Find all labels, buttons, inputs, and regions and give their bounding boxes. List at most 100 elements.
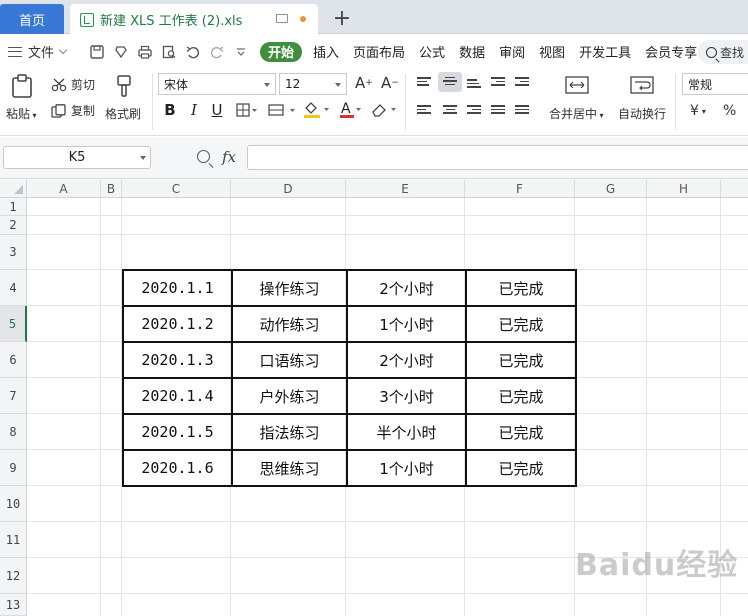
italic-button[interactable]: I: [185, 101, 203, 119]
table-cell-task[interactable]: 操作练习: [231, 269, 348, 307]
format-painter-label[interactable]: 格式刷: [105, 105, 141, 122]
row-header-9[interactable]: 9: [0, 450, 27, 486]
row-header-6[interactable]: 6: [0, 342, 27, 378]
table-cell-task[interactable]: 思维练习: [231, 449, 348, 487]
column-header-b[interactable]: B: [101, 180, 122, 198]
table-cell-date[interactable]: 2020.1.6: [122, 449, 233, 487]
wrap-text-icon[interactable]: [630, 76, 654, 94]
increase-indent-icon[interactable]: [515, 77, 529, 88]
table-cell-status[interactable]: 已完成: [465, 305, 577, 343]
column-header-d[interactable]: D: [231, 180, 346, 198]
table-cell-date[interactable]: 2020.1.4: [122, 377, 233, 415]
align-middle-button[interactable]: [438, 72, 462, 92]
row-header-11[interactable]: 11: [0, 522, 27, 558]
distributed-align-icon[interactable]: [515, 105, 529, 116]
bold-button[interactable]: B: [161, 101, 179, 119]
align-bottom-icon[interactable]: [467, 79, 481, 90]
menu-page-layout[interactable]: 页面布局: [346, 35, 412, 68]
file-menu[interactable]: 文件: [0, 42, 80, 61]
table-cell-date[interactable]: 2020.1.3: [122, 341, 233, 379]
align-left-icon[interactable]: [417, 105, 431, 116]
table-cell-status[interactable]: 已完成: [465, 269, 577, 307]
paste-label[interactable]: 粘贴 ▾: [6, 105, 37, 122]
column-header-f[interactable]: F: [465, 180, 575, 198]
customize-toolbar-icon[interactable]: [234, 45, 248, 59]
underline-button[interactable]: U: [208, 101, 226, 119]
save-icon[interactable]: [90, 44, 104, 59]
row-header-1[interactable]: 1: [0, 198, 27, 216]
name-box[interactable]: K5: [3, 146, 151, 169]
menu-view[interactable]: 视图: [532, 35, 572, 68]
borders-button[interactable]: [236, 103, 258, 117]
wrap-text-button[interactable]: 自动换行: [618, 105, 666, 122]
align-top-icon[interactable]: [417, 77, 431, 88]
cut-button[interactable]: 剪切: [51, 76, 95, 93]
decrease-indent-icon[interactable]: [491, 77, 505, 88]
percent-button[interactable]: %: [723, 103, 736, 119]
increase-font-button[interactable]: A +: [355, 74, 373, 92]
table-cell-duration[interactable]: 3个小时: [346, 377, 467, 415]
column-header-h[interactable]: H: [647, 180, 721, 198]
row-header-10[interactable]: 10: [0, 486, 27, 522]
row-header-4[interactable]: 4: [0, 270, 27, 306]
row-header-13[interactable]: 13: [0, 594, 27, 616]
row-header-3[interactable]: 3: [0, 235, 27, 270]
menu-data[interactable]: 数据: [452, 35, 492, 68]
table-cell-duration[interactable]: 2个小时: [346, 341, 467, 379]
merge-center-button[interactable]: 合并居中 ▾: [549, 105, 604, 122]
table-cell-duration[interactable]: 1个小时: [346, 305, 467, 343]
table-cell-status[interactable]: 已完成: [465, 413, 577, 451]
font-size-select[interactable]: 12: [279, 73, 347, 95]
row-header-8[interactable]: 8: [0, 414, 27, 450]
insert-function-button[interactable]: fx: [222, 148, 236, 166]
clear-format-button[interactable]: [370, 101, 398, 119]
align-right-icon[interactable]: [467, 105, 481, 116]
row-header-2[interactable]: 2: [0, 216, 27, 235]
menu-review[interactable]: 审阅: [492, 35, 532, 68]
align-center-icon[interactable]: [443, 105, 457, 116]
zoom-icon[interactable]: [197, 150, 210, 163]
number-format-select[interactable]: 常规: [682, 73, 748, 95]
column-header-c[interactable]: C: [122, 180, 231, 198]
print-preview-icon[interactable]: [162, 45, 176, 59]
column-header-a[interactable]: A: [27, 180, 101, 198]
menu-member[interactable]: 会员专享: [638, 35, 704, 68]
menu-developer[interactable]: 开发工具: [572, 35, 638, 68]
merge-center-icon[interactable]: [565, 76, 589, 94]
table-cell-duration[interactable]: 1个小时: [346, 449, 467, 487]
print-icon[interactable]: [138, 45, 152, 59]
row-header-12[interactable]: 12: [0, 558, 27, 594]
font-name-select[interactable]: 宋体: [158, 73, 276, 95]
table-cell-task[interactable]: 指法练习: [231, 413, 348, 451]
font-color-button[interactable]: A: [339, 101, 363, 119]
column-header-i[interactable]: [721, 180, 748, 198]
table-cell-task[interactable]: 动作练习: [231, 305, 348, 343]
undo-icon[interactable]: [186, 45, 200, 59]
formula-input[interactable]: [247, 145, 748, 170]
table-cell-date[interactable]: 2020.1.5: [122, 413, 233, 451]
table-cell-task[interactable]: 户外练习: [231, 377, 348, 415]
tab-document[interactable]: 新建 XLS 工作表 (2).xls: [70, 4, 318, 35]
tab-home[interactable]: 首页: [0, 4, 64, 34]
cell-style-button[interactable]: [268, 103, 296, 117]
search-box[interactable]: 查找: [698, 40, 748, 64]
currency-button[interactable]: ¥ ▾: [690, 103, 706, 119]
format-painter-button[interactable]: [115, 74, 133, 98]
table-cell-task[interactable]: 口语练习: [231, 341, 348, 379]
screen-icon[interactable]: [276, 14, 288, 23]
menu-formulas[interactable]: 公式: [412, 35, 452, 68]
table-cell-status[interactable]: 已完成: [465, 341, 577, 379]
menu-insert[interactable]: 插入: [306, 35, 346, 68]
row-header-7[interactable]: 7: [0, 378, 27, 414]
new-tab-button[interactable]: +: [330, 6, 354, 31]
export-icon[interactable]: [114, 45, 128, 59]
table-cell-date[interactable]: 2020.1.2: [122, 305, 233, 343]
select-all-button[interactable]: [0, 180, 27, 198]
redo-icon[interactable]: [210, 45, 224, 59]
table-cell-duration[interactable]: 2个小时: [346, 269, 467, 307]
table-cell-date[interactable]: 2020.1.1: [122, 269, 233, 307]
decrease-font-button[interactable]: A −: [381, 74, 399, 92]
row-header-5[interactable]: 5: [0, 306, 27, 342]
table-cell-status[interactable]: 已完成: [465, 449, 577, 487]
column-header-g[interactable]: G: [575, 180, 647, 198]
